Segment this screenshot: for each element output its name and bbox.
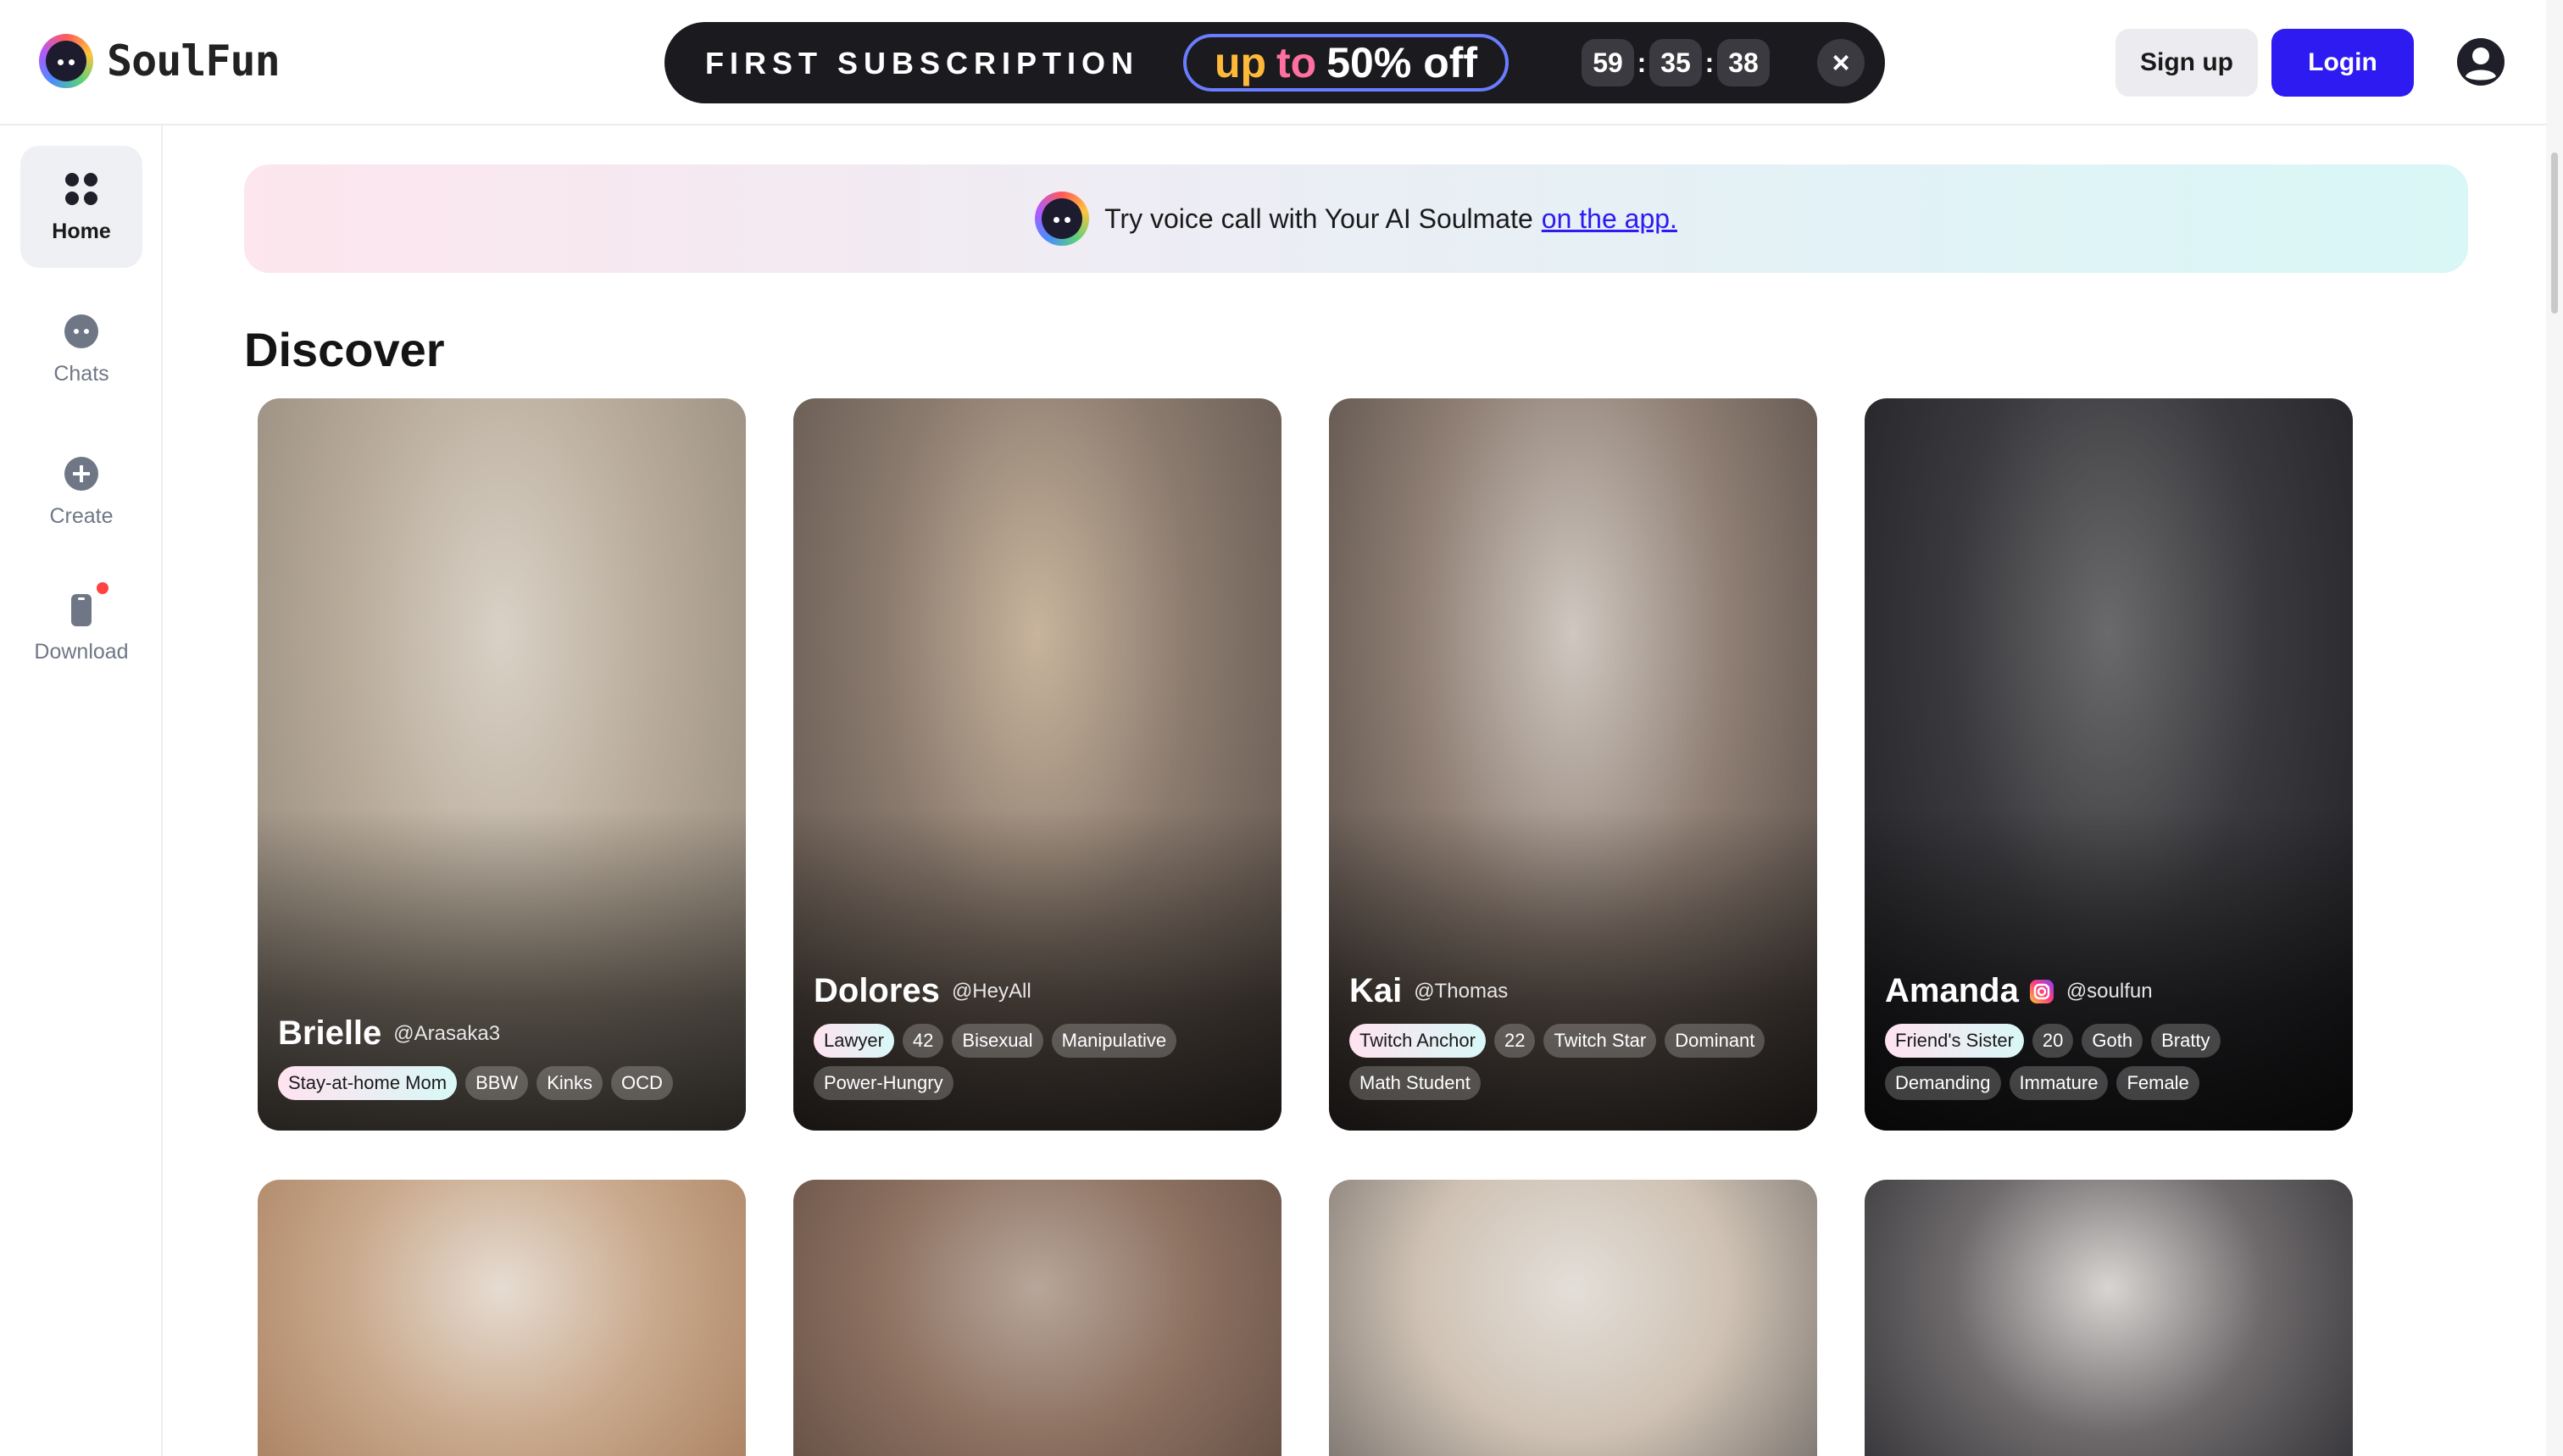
card-tag: Stay-at-home Mom [278,1066,458,1100]
top-header: SoulFun FIRST SUBSCRIPTION up to 50% off… [0,0,2563,125]
card-tag: OCD [610,1066,673,1100]
character-card[interactable] [258,1180,746,1456]
card-tag: 22 [1493,1024,1536,1058]
sidebar-item-home[interactable]: Home [20,146,142,268]
sidebar-item-label: Home [52,219,111,243]
card-info: Amanda @soulfun Friend's Sister 20 Goth … [1885,972,2332,1100]
offer-up-text: up [1214,39,1267,86]
card-tags: Stay-at-home Mom BBW Kinks OCD [278,1066,726,1100]
chat-bubble-icon [64,314,98,348]
countdown-separator: : [1704,47,1715,78]
promo-title: FIRST SUBSCRIPTION [705,46,1140,81]
card-name: Brielle [278,1014,382,1052]
promo-banner[interactable]: FIRST SUBSCRIPTION up to 50% off 59 : 35… [664,22,1885,103]
card-tag: Bisexual [952,1024,1043,1058]
countdown-seconds: 38 [1717,39,1770,86]
countdown-timer: 59 : 35 : 38 [1582,39,1770,86]
instagram-icon[interactable] [2029,979,2054,1004]
card-handle[interactable]: @Thomas [1414,980,1508,1003]
notification-dot [97,581,108,594]
account-icon[interactable] [2456,37,2505,86]
card-tag: 20 [2032,1024,2074,1058]
page: SoulFun FIRST SUBSCRIPTION up to 50% off… [0,0,2563,1456]
sidebar-item-label: Chats [53,361,109,386]
card-tag: Immature [2009,1066,2109,1100]
scrollbar-thumb[interactable] [2551,153,2558,314]
sidebar-item-label: Create [49,503,114,528]
sidebar-item-chats[interactable]: Chats [20,288,142,410]
sidebar-item-download[interactable]: Download [20,566,142,688]
card-tag: Female [2116,1066,2199,1100]
promo-offer: up to 50% off [1183,34,1509,92]
offer-percent: 50% off [1326,39,1478,86]
card-handle[interactable]: @soulfun [2066,980,2153,1003]
card-info: Dolores @HeyAll Lawyer 42 Bisexual Manip… [814,972,1261,1100]
card-tags: Twitch Anchor 22 Twitch Star Dominant Ma… [1349,1024,1797,1100]
login-button[interactable]: Login [2271,29,2414,97]
card-tag: BBW [465,1066,529,1100]
plus-circle-icon [64,456,98,491]
card-tag: Dominant [1665,1024,1765,1058]
card-handle[interactable]: @HeyAll [952,980,1031,1003]
discover-title: Discover [244,323,445,376]
card-tag: Manipulative [1051,1024,1177,1058]
app-logo[interactable]: SoulFun [39,34,281,88]
character-card[interactable] [1865,1180,2353,1456]
app-name: SoulFun [107,36,281,86]
countdown-hours: 59 [1582,39,1634,86]
card-info: Brielle @Arasaka3 Stay-at-home Mom BBW K… [278,1014,726,1100]
card-tag: Kinks [537,1066,603,1100]
card-tag: 42 [902,1024,944,1058]
phone-icon [63,581,108,628]
banner-text: Try voice call with Your AI Soulmate [1104,203,1533,234]
card-handle[interactable]: @Arasaka3 [393,1022,500,1046]
card-tag: Goth [2082,1024,2143,1058]
countdown-minutes: 35 [1649,39,1702,86]
character-card[interactable]: Dolores @HeyAll Lawyer 42 Bisexual Manip… [793,398,1282,1131]
sidebar-item-label: Download [34,639,129,664]
soulfun-logo-icon [1035,192,1090,246]
close-promo-button[interactable]: × [1817,39,1865,86]
card-tag: Math Student [1349,1066,1481,1100]
signup-button[interactable]: Sign up [2115,29,2258,97]
character-card[interactable] [1329,1180,1817,1456]
card-tag: Lawyer [814,1024,894,1058]
card-tag: Power-Hungry [814,1066,953,1100]
character-card[interactable] [793,1180,1282,1456]
offer-to-text: to [1276,39,1317,86]
card-tags: Lawyer 42 Bisexual Manipulative Power-Hu… [814,1024,1261,1100]
voice-call-banner: Try voice call with Your AI Soulmate on … [244,164,2468,273]
card-tag: Friend's Sister [1885,1024,2024,1058]
page-scrollbar[interactable] [2546,0,2563,1456]
card-info: Kai @Thomas Twitch Anchor 22 Twitch Star… [1349,972,1797,1100]
grid-icon [65,172,97,205]
card-tags: Friend's Sister 20 Goth Bratty Demanding… [1885,1024,2332,1100]
character-card[interactable]: Amanda @soulfun Friend's Sister 20 Goth … [1865,398,2353,1131]
card-tag: Twitch Anchor [1349,1024,1486,1058]
sidebar: Home Chats Create Download [0,125,163,1456]
card-tag: Bratty [2151,1024,2221,1058]
card-name: Kai [1349,972,1403,1009]
logo-icon [39,34,93,88]
card-name: Dolores [814,972,940,1009]
card-tag: Demanding [1885,1066,2001,1100]
card-name: Amanda [1885,972,2019,1009]
banner-app-link[interactable]: on the app. [1542,203,1677,235]
card-tag: Twitch Star [1543,1024,1657,1058]
character-card[interactable]: Kai @Thomas Twitch Anchor 22 Twitch Star… [1329,398,1817,1131]
countdown-separator: : [1637,47,1647,78]
character-card[interactable]: Brielle @Arasaka3 Stay-at-home Mom BBW K… [258,398,746,1131]
sidebar-item-create[interactable]: Create [20,431,142,553]
